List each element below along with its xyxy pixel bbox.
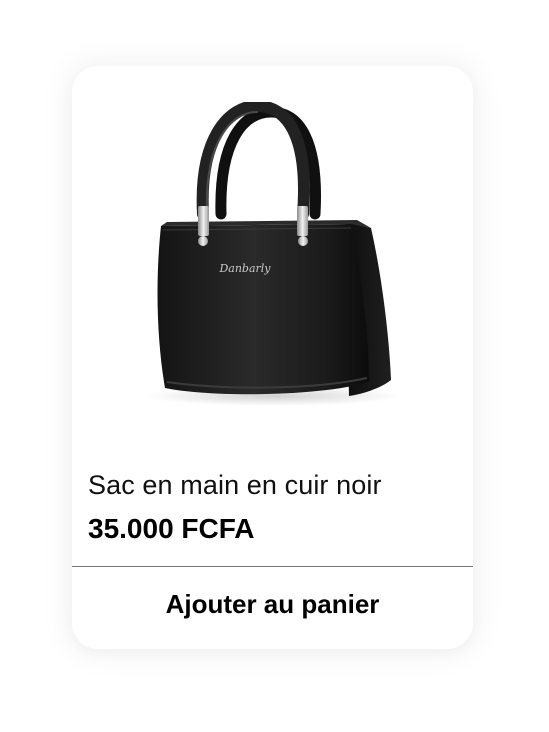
product-title: Sac en main en cuir noir [88,470,382,500]
product-card: Danbarly Sac en main en cuir noir 35.000… [72,66,473,649]
add-to-cart-button[interactable]: Ajouter au panier [72,567,473,649]
product-image-area: Danbarly [72,66,473,458]
handbag-image[interactable]: Danbarly [123,102,423,422]
brand-logo-text: Danbarly [218,262,271,275]
product-price: 35.000 FCFA [88,513,255,544]
